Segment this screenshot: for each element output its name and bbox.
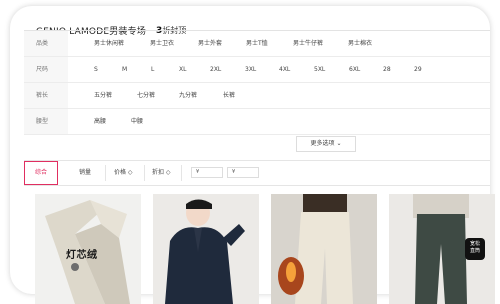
product-caption: 灯芯绒: [66, 250, 98, 261]
filter-option[interactable]: 男士休闲裤: [94, 31, 124, 56]
product-card[interactable]: [153, 194, 259, 304]
filter-label: 裤长: [24, 83, 68, 108]
filter-option[interactable]: 6XL: [349, 57, 360, 82]
filter-option[interactable]: M: [122, 57, 127, 82]
more-options-button[interactable]: 更多选项 ⌄: [296, 136, 356, 152]
divider: [105, 165, 106, 181]
product-badge: 宽松 直筒: [465, 238, 485, 260]
filter-option[interactable]: 五分裤: [94, 83, 112, 108]
product-card[interactable]: [271, 194, 377, 304]
filter-row-category: 品类 男士休闲裤 男士卫衣 男士外套 男士T恤 男士牛仔裤 男士棉衣: [24, 31, 490, 57]
price-min-input[interactable]: ¥: [191, 167, 223, 178]
sort-discount[interactable]: 折扣 ◇: [152, 161, 171, 185]
model-image: [271, 194, 377, 304]
filter-option[interactable]: 七分裤: [137, 83, 155, 108]
filter-row-length: 裤长 五分裤 七分裤 九分裤 长裤: [24, 83, 490, 109]
filter-option[interactable]: 九分裤: [179, 83, 197, 108]
filter-label: 尺码: [24, 57, 68, 82]
filter-row-size: 尺码 S M L XL 2XL 3XL 4XL 5XL 6XL 28 29: [24, 57, 490, 83]
model-image: [153, 194, 259, 304]
badge-line: 直筒: [469, 248, 480, 254]
filter-row-waist: 腰型 高腰 中腰: [24, 109, 490, 135]
filter-option[interactable]: 男士棉衣: [348, 31, 372, 56]
filter-option[interactable]: 4XL: [279, 57, 290, 82]
filter-option[interactable]: 28: [383, 57, 391, 82]
filter-option[interactable]: 男士外套: [198, 31, 222, 56]
filter-option[interactable]: 长裤: [223, 83, 235, 108]
filter-label: 品类: [24, 31, 68, 56]
filter-option[interactable]: S: [94, 57, 98, 82]
filter-option[interactable]: 5XL: [314, 57, 325, 82]
filter-option[interactable]: L: [151, 57, 154, 82]
filter-option[interactable]: 29: [414, 57, 422, 82]
sort-comprehensive[interactable]: 综合: [24, 161, 58, 185]
filter-option[interactable]: 男士T恤: [246, 31, 268, 56]
sort-sales[interactable]: 销量: [79, 161, 91, 185]
filter-option[interactable]: 2XL: [210, 57, 221, 82]
filter-option[interactable]: 中腰: [131, 109, 143, 134]
filter-option[interactable]: 3XL: [245, 57, 256, 82]
divider: [144, 165, 145, 181]
filter-option[interactable]: 高腰: [94, 109, 106, 134]
filter-label: 腰型: [24, 109, 68, 134]
filter-panel: 品类 男士休闲裤 男士卫衣 男士外套 男士T恤 男士牛仔裤 男士棉衣 尺码 S …: [24, 30, 490, 135]
filter-option[interactable]: 男士牛仔裤: [293, 31, 323, 56]
filter-option[interactable]: XL: [179, 57, 186, 82]
sort-bar: 综合 销量 价格 ◇ 折扣 ◇ ¥ - ¥: [24, 160, 490, 186]
sort-price[interactable]: 价格 ◇: [114, 161, 133, 185]
filter-option[interactable]: 男士卫衣: [150, 31, 174, 56]
badge-line: 宽松: [469, 241, 480, 247]
price-max-input[interactable]: ¥: [227, 167, 259, 178]
divider: [181, 165, 182, 181]
